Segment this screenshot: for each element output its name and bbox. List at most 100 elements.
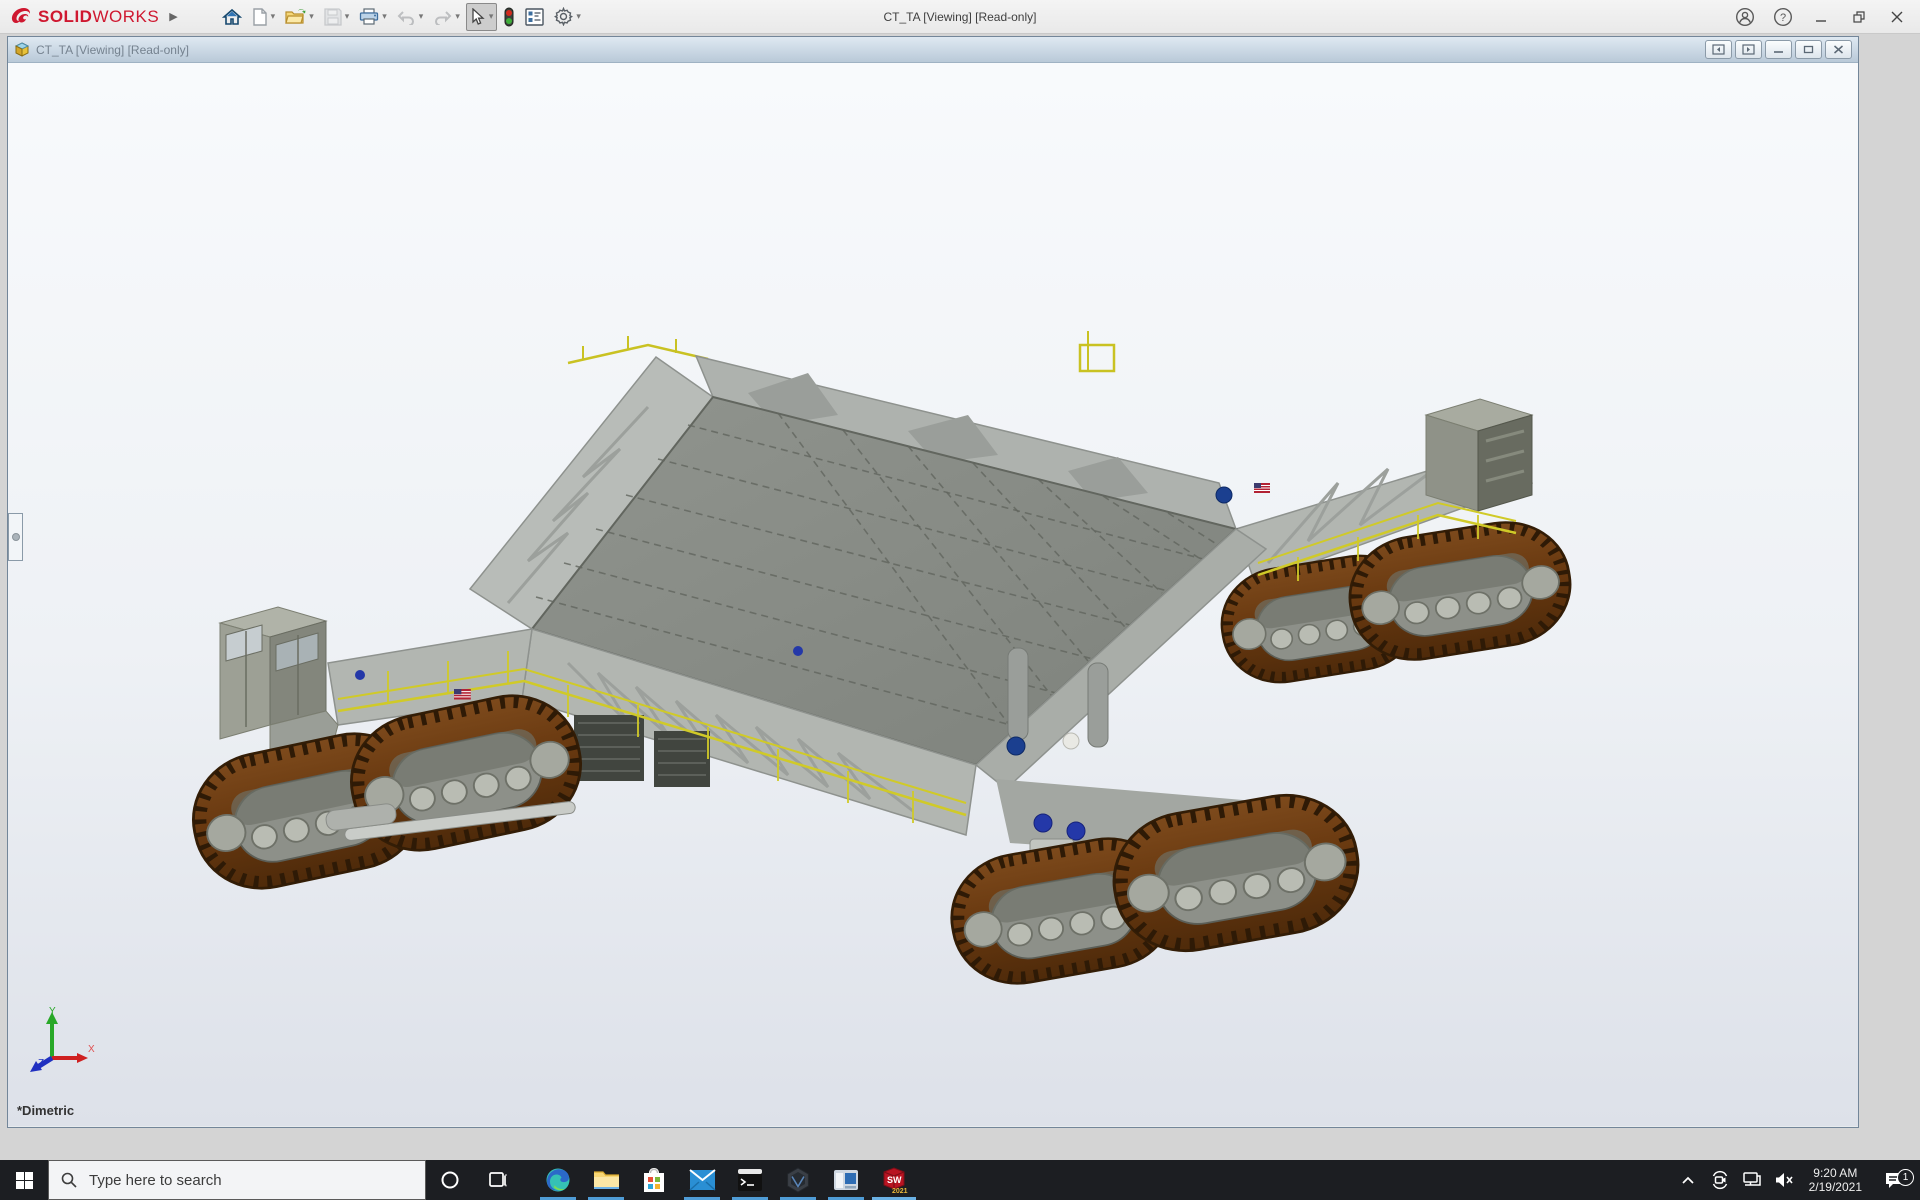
document-title: CT_TA [Viewing] [Read-only] bbox=[36, 43, 189, 57]
undo-icon bbox=[397, 9, 416, 25]
task-view-icon bbox=[488, 1170, 508, 1190]
triad-z-label: Z bbox=[38, 1058, 44, 1069]
system-tray: 9:20 AM 2/19/2021 1 bbox=[1673, 1160, 1920, 1200]
doc-close-button[interactable] bbox=[1825, 40, 1852, 59]
new-document-button[interactable]: ▾ bbox=[248, 3, 280, 31]
taskbar-clock[interactable]: 9:20 AM 2/19/2021 bbox=[1801, 1166, 1870, 1194]
command-prompt-icon bbox=[737, 1168, 763, 1192]
select-cursor-icon bbox=[470, 8, 486, 26]
chevron-up-icon bbox=[1681, 1175, 1695, 1185]
store-icon bbox=[642, 1167, 666, 1193]
select-dropdown-arrow[interactable]: ▾ bbox=[489, 11, 494, 22]
menu-flyout-arrow[interactable]: ▶ bbox=[169, 10, 177, 23]
taskbar-mail-button[interactable] bbox=[678, 1160, 726, 1200]
tray-volume-muted-button[interactable] bbox=[1769, 1172, 1799, 1188]
quick-access-toolbar: ▾ ▾ ▾ ▾ ▾ ▾ ▾ bbox=[218, 3, 585, 31]
graphics-viewport[interactable]: Y X Z *Dimetric bbox=[8, 63, 1858, 1126]
tray-meet-now-button[interactable] bbox=[1705, 1170, 1735, 1190]
taskbar-visualize-button[interactable] bbox=[774, 1160, 822, 1200]
print-dropdown-arrow[interactable]: ▾ bbox=[382, 11, 387, 22]
select-tool-button[interactable]: ▾ bbox=[466, 3, 498, 31]
new-dropdown-arrow[interactable]: ▾ bbox=[271, 11, 276, 22]
file-explorer-icon bbox=[593, 1168, 620, 1192]
new-document-icon bbox=[252, 8, 268, 26]
taskbar-solidworks-button[interactable]: SW 2021 bbox=[870, 1160, 918, 1200]
options-button[interactable]: ▾ bbox=[550, 3, 585, 31]
doc-minimize-button[interactable] bbox=[1765, 40, 1792, 59]
doc-dock-left-button[interactable] bbox=[1705, 40, 1732, 59]
undo-dropdown-arrow[interactable]: ▾ bbox=[419, 11, 424, 22]
solidworks-brand: SOLIDWORKS ▶ bbox=[0, 7, 188, 27]
edge-icon bbox=[545, 1167, 571, 1193]
restore-button[interactable] bbox=[1842, 4, 1876, 30]
help-button[interactable]: ? bbox=[1766, 4, 1800, 30]
open-folder-icon bbox=[285, 8, 306, 26]
document-window: CT_TA [Viewing] [Read-only] bbox=[7, 36, 1859, 1128]
taskbar-search-input[interactable]: Type here to search bbox=[48, 1160, 426, 1200]
rebuild-traffic-light-icon bbox=[503, 7, 515, 27]
model-canvas[interactable] bbox=[8, 63, 1856, 1126]
notification-badge: 1 bbox=[1897, 1169, 1914, 1186]
assembly-cube-icon bbox=[14, 42, 30, 57]
search-placeholder: Type here to search bbox=[89, 1172, 222, 1189]
redo-icon bbox=[433, 9, 452, 25]
open-dropdown-arrow[interactable]: ▾ bbox=[309, 11, 314, 22]
taskbar-command-prompt-button[interactable] bbox=[726, 1160, 774, 1200]
home-icon bbox=[222, 8, 242, 26]
brand-wordmark: SOLIDWORKS bbox=[38, 7, 159, 27]
network-ethernet-icon bbox=[1742, 1171, 1762, 1189]
mail-icon bbox=[689, 1169, 716, 1191]
meet-now-camera-icon bbox=[1710, 1170, 1730, 1190]
titlebar-right-controls: ? bbox=[1728, 4, 1920, 30]
start-button[interactable] bbox=[0, 1160, 48, 1200]
redo-button[interactable]: ▾ bbox=[429, 3, 464, 31]
svg-text:?: ? bbox=[1780, 12, 1786, 24]
svg-text:2021: 2021 bbox=[892, 1188, 908, 1194]
volume-muted-icon bbox=[1774, 1172, 1794, 1188]
feature-panel-collapse-tab[interactable] bbox=[8, 513, 23, 561]
front-right-assembly bbox=[942, 779, 1369, 994]
triad-y-label: Y bbox=[49, 1006, 56, 1017]
taskbar-edge-button[interactable] bbox=[534, 1160, 582, 1200]
task-view-button[interactable] bbox=[474, 1160, 522, 1200]
orientation-triad: Y X Z bbox=[26, 1006, 96, 1074]
cortana-button[interactable] bbox=[426, 1160, 474, 1200]
triad-x-label: X bbox=[88, 1044, 95, 1055]
tray-network-button[interactable] bbox=[1737, 1171, 1767, 1189]
clock-time: 9:20 AM bbox=[1809, 1166, 1862, 1180]
solidworks-2021-icon: SW 2021 bbox=[879, 1166, 909, 1194]
dassault-logo-icon bbox=[10, 7, 32, 27]
file-properties-icon bbox=[525, 8, 544, 26]
rebuild-button[interactable] bbox=[499, 3, 519, 31]
taskbar-file-explorer-button[interactable] bbox=[582, 1160, 630, 1200]
open-button[interactable]: ▾ bbox=[281, 3, 318, 31]
options-gear-icon bbox=[554, 7, 573, 26]
tray-chevron-button[interactable] bbox=[1673, 1175, 1703, 1185]
clock-date: 2/19/2021 bbox=[1809, 1180, 1862, 1194]
doc-restore-button[interactable] bbox=[1795, 40, 1822, 59]
taskbar-store-button[interactable] bbox=[630, 1160, 678, 1200]
options-dropdown-arrow[interactable]: ▾ bbox=[576, 11, 581, 22]
doc-dock-right-button[interactable] bbox=[1735, 40, 1762, 59]
save-dropdown-arrow[interactable]: ▾ bbox=[345, 11, 350, 22]
undo-button[interactable]: ▾ bbox=[393, 3, 428, 31]
print-icon bbox=[359, 8, 379, 26]
document-window-controls bbox=[1705, 40, 1852, 59]
save-button[interactable]: ▾ bbox=[320, 3, 354, 31]
document-titlebar[interactable]: CT_TA [Viewing] [Read-only] bbox=[8, 37, 1858, 63]
cortana-icon bbox=[440, 1170, 460, 1190]
home-button[interactable] bbox=[218, 3, 246, 31]
taskbar-composer-button[interactable] bbox=[822, 1160, 870, 1200]
minimize-button[interactable] bbox=[1804, 4, 1838, 30]
account-button[interactable] bbox=[1728, 4, 1762, 30]
save-icon bbox=[324, 8, 342, 26]
redo-dropdown-arrow[interactable]: ▾ bbox=[455, 11, 460, 22]
close-button[interactable] bbox=[1880, 4, 1914, 30]
windows-logo-icon bbox=[16, 1172, 33, 1189]
print-button[interactable]: ▾ bbox=[355, 3, 391, 31]
visualize-hexagon-icon bbox=[785, 1167, 811, 1193]
composer-window-icon bbox=[833, 1169, 859, 1191]
action-center-button[interactable]: 1 bbox=[1872, 1171, 1916, 1190]
pinned-apps: SW 2021 bbox=[534, 1160, 918, 1200]
file-properties-button[interactable] bbox=[521, 3, 548, 31]
